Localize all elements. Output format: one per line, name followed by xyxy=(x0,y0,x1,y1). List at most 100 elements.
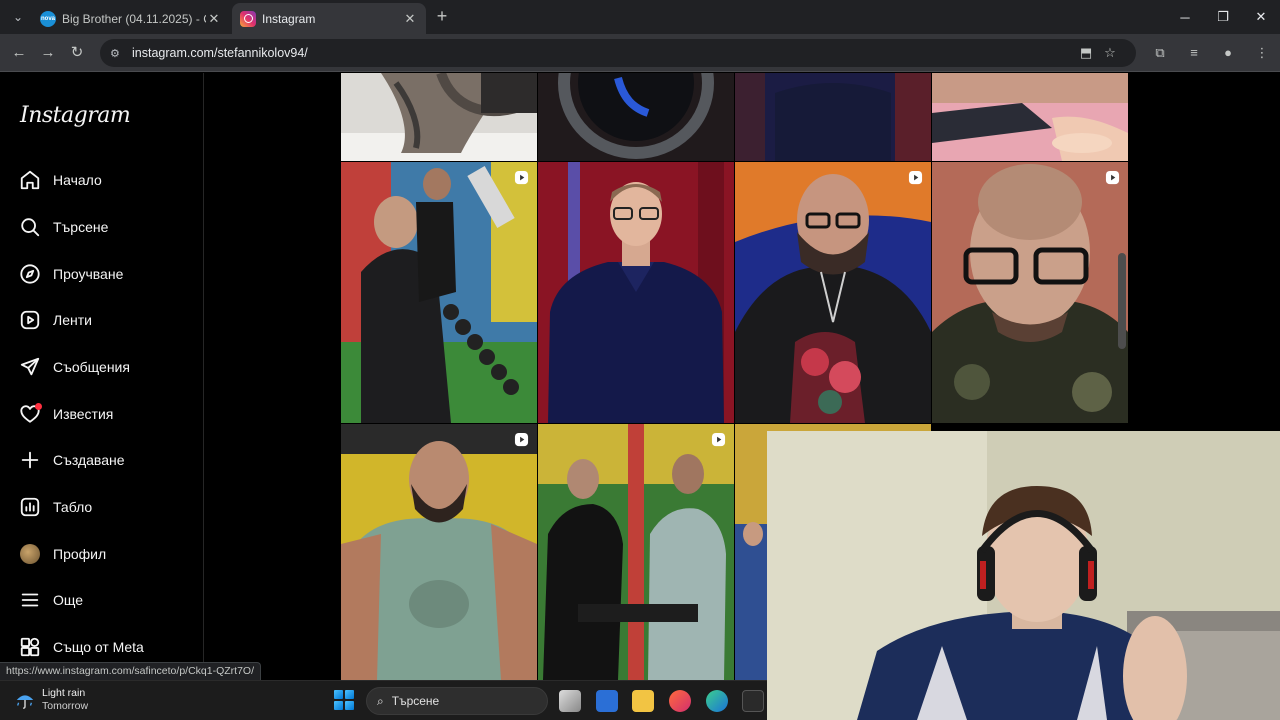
reload-icon[interactable]: ↻ xyxy=(67,43,87,63)
reel-icon xyxy=(908,170,923,185)
tab-big-brother[interactable]: nova Big Brother (04.11.2025) - Сезон ✕ xyxy=(32,3,230,34)
send-icon xyxy=(18,355,42,379)
back-icon[interactable]: ← xyxy=(9,43,29,63)
browser-toolbar: ← → ↻ ⚙ instagram.com/stefannikolov94/ ⬒… xyxy=(0,34,1280,72)
post-image xyxy=(538,73,734,161)
tab-title: Instagram xyxy=(262,11,316,26)
task-view-icon[interactable] xyxy=(559,690,581,712)
sidebar-item-more[interactable]: Още xyxy=(18,585,83,615)
sidebar-item-also-from-meta[interactable]: Също от Meta xyxy=(18,632,144,662)
sidebar-item-notifications[interactable]: Известия xyxy=(18,399,113,429)
instagram-logo[interactable]: Instagram xyxy=(20,103,131,128)
post-thumbnail[interactable] xyxy=(341,73,537,161)
profile-icon-wrap xyxy=(18,542,42,566)
post-thumbnail[interactable] xyxy=(735,73,931,161)
compass-icon xyxy=(18,262,42,286)
sidebar-item-explore[interactable]: Проучване xyxy=(18,259,123,289)
install-app-icon[interactable]: ⬒ xyxy=(1074,45,1098,61)
browser-menu-icon[interactable]: ⋮ xyxy=(1252,43,1272,63)
windows-taskbar: Light rain Tomorrow ⌕ Търсене xyxy=(0,680,767,720)
restore-icon[interactable]: ❐ xyxy=(1204,0,1242,34)
weather-widget[interactable]: Light rain Tomorrow xyxy=(14,687,88,713)
weather-subtitle: Tomorrow xyxy=(42,700,89,712)
sidebar-item-messages[interactable]: Съобщения xyxy=(18,352,130,382)
webcam-overlay xyxy=(767,431,1280,720)
close-window-icon[interactable]: ✕ xyxy=(1242,0,1280,34)
post-thumbnail[interactable] xyxy=(341,162,537,423)
plus-icon xyxy=(18,448,42,472)
post-thumbnail[interactable] xyxy=(538,73,734,161)
address-bar[interactable]: ⚙ instagram.com/stefannikolov94/ ⬒ ☆ xyxy=(100,39,1136,67)
post-thumbnail[interactable] xyxy=(341,424,537,680)
profile-flag-icon[interactable]: ● xyxy=(1218,43,1238,63)
reel-icon xyxy=(514,170,529,185)
webcam-feed-image xyxy=(767,431,1280,720)
close-tab-icon[interactable]: ✕ xyxy=(402,11,418,27)
forward-icon[interactable]: → xyxy=(38,43,58,63)
epic-games-icon[interactable] xyxy=(742,690,764,712)
dashboard-icon xyxy=(18,495,42,519)
sidebar-item-label: Търсене xyxy=(53,219,109,235)
extensions-icon[interactable]: ⧉ xyxy=(1150,43,1170,63)
tab-search-chevron-icon[interactable]: ⌄ xyxy=(8,7,28,27)
post-image xyxy=(341,162,537,423)
post-image xyxy=(932,73,1128,161)
tab-instagram[interactable]: Instagram ✕ xyxy=(232,3,426,34)
link-status-bar: https://www.instagram.com/safinceto/p/Ck… xyxy=(0,662,262,680)
close-tab-icon[interactable]: ✕ xyxy=(206,11,222,27)
instagram-icon xyxy=(240,10,256,27)
sidebar-item-label: Ленти xyxy=(53,312,92,328)
minimize-icon[interactable]: ─ xyxy=(1166,0,1204,34)
sidebar-item-label: Съобщения xyxy=(53,359,130,375)
meta-apps-icon xyxy=(18,635,42,659)
sidebar-item-profile[interactable]: Профил xyxy=(18,539,106,569)
sidebar-item-label: Начало xyxy=(53,172,102,188)
new-tab-button[interactable]: + xyxy=(432,7,452,27)
media-control-icon[interactable]: ≡ xyxy=(1184,43,1204,63)
weather-title: Light rain xyxy=(42,687,86,699)
post-image xyxy=(932,162,1128,423)
sidebar-item-label: Също от Meta xyxy=(53,639,144,655)
post-image xyxy=(735,73,931,161)
taskbar-search-box[interactable]: ⌕ Търсене xyxy=(366,687,548,715)
rain-umbrella-icon xyxy=(16,695,34,709)
sidebar-item-label: Известия xyxy=(53,406,114,422)
sidebar: Instagram Начало Търсене Проучване Ленти xyxy=(0,73,204,680)
sidebar-item-reels[interactable]: Ленти xyxy=(18,305,92,335)
sidebar-item-label: Профил xyxy=(53,546,107,562)
reels-icon xyxy=(18,308,42,332)
sidebar-item-label: Създаване xyxy=(53,452,125,468)
nova-icon: nova xyxy=(40,10,56,27)
post-thumbnail[interactable] xyxy=(538,162,734,423)
avatar xyxy=(20,544,40,564)
sidebar-item-create[interactable]: Създаване xyxy=(18,445,125,475)
store-icon[interactable] xyxy=(596,690,618,712)
windows-start-icon[interactable] xyxy=(334,690,354,710)
edge-icon[interactable] xyxy=(706,690,728,712)
tab-title: Big Brother (04.11.2025) - Сезон xyxy=(62,11,206,26)
url-text: instagram.com/stefannikolov94/ xyxy=(132,46,308,60)
sidebar-item-dashboard[interactable]: Табло xyxy=(18,492,92,522)
office-icon[interactable] xyxy=(669,690,691,712)
sidebar-item-label: Проучване xyxy=(53,266,124,282)
sidebar-item-home[interactable]: Начало xyxy=(18,165,102,195)
post-thumbnail[interactable] xyxy=(932,73,1128,161)
sidebar-item-label: Още xyxy=(53,592,84,608)
reel-icon xyxy=(711,432,726,447)
reel-icon xyxy=(514,432,529,447)
post-thumbnail[interactable] xyxy=(735,162,931,423)
post-image xyxy=(341,73,537,161)
post-image xyxy=(341,424,537,680)
heart-icon xyxy=(18,402,42,426)
file-explorer-icon[interactable] xyxy=(632,690,654,712)
site-info-icon[interactable]: ⚙ xyxy=(110,47,124,60)
sidebar-item-label: Табло xyxy=(53,499,93,515)
search-icon xyxy=(18,215,42,239)
post-thumbnail[interactable] xyxy=(932,162,1128,423)
page-scrollbar[interactable] xyxy=(1118,253,1126,349)
search-icon: ⌕ xyxy=(377,693,384,708)
post-image xyxy=(538,162,734,423)
sidebar-item-search[interactable]: Търсене xyxy=(18,212,108,242)
post-thumbnail[interactable] xyxy=(538,424,734,680)
bookmark-star-icon[interactable]: ☆ xyxy=(1098,45,1122,61)
